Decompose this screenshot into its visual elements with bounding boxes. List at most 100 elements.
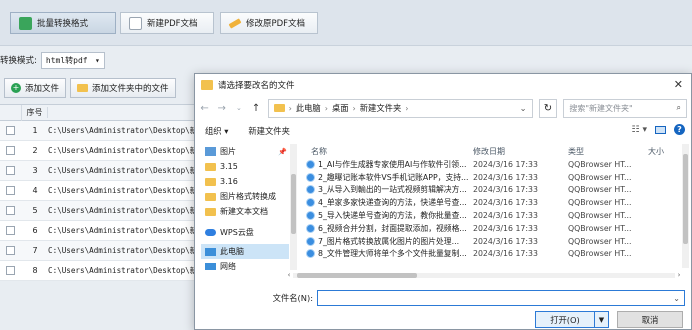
nav-item-label: 网络	[220, 262, 236, 270]
preview-pane-icon[interactable]	[655, 125, 666, 134]
up-arrow-icon[interactable]: ↑	[250, 103, 261, 114]
new-pdf-button[interactable]: 新建PDF文档	[120, 12, 214, 34]
nav-item[interactable]: 新建文本文档	[201, 204, 289, 219]
search-input[interactable]: 搜索"新建文件夹" ⌕	[563, 98, 687, 118]
nav-item[interactable]: 此电脑	[201, 244, 289, 259]
open-dropdown-icon[interactable]: ▼	[595, 311, 609, 328]
file-row[interactable]: 3_从导入到輸出的一站式视频剪辑解决方... 2024/3/16 17:33 QQB…	[303, 184, 683, 197]
nav-item[interactable]: 3.15	[201, 159, 289, 174]
address-bar[interactable]: › 此电脑 › 桌面 › 新建文件夹 › ⌄	[267, 98, 533, 118]
horizontal-scrollbar[interactable]: ‹ ›	[285, 271, 683, 279]
row-checkbox[interactable]	[6, 186, 15, 195]
dialog-titlebar: 请选择要改名的文件	[195, 74, 691, 96]
refresh-button[interactable]: ↻	[538, 98, 558, 118]
file-row[interactable]: 6_视频合并分割，封面提取添加，视频格... 2024/3/16 17:33 QQB…	[303, 222, 683, 235]
file-date: 2024/3/16 17:33	[473, 172, 538, 182]
chevron-down-icon: ▾	[95, 55, 100, 65]
help-icon[interactable]: ?	[674, 124, 685, 135]
file-type: QQBrowser HT...	[568, 236, 632, 246]
batch-convert-button[interactable]: 批量转换格式	[10, 12, 116, 34]
row-path: C:\Users\Administrator\Desktop\新	[48, 206, 198, 215]
search-icon: ⌕	[676, 103, 681, 112]
file-type: QQBrowser HT...	[568, 185, 632, 195]
address-folder-icon	[273, 104, 285, 112]
table-row[interactable]: 1 C:\Users\Administrator\Desktop\新	[0, 121, 200, 141]
file-row[interactable]: 4_单家多家快递查询的方法，快递单号查... 2024/3/16 17:33 QQB…	[303, 196, 683, 209]
filename-input[interactable]: ⌄	[317, 290, 685, 306]
file-row[interactable]: 1_AI与作生成器专家使用AI与作软件引领... 2024/3/16 17:33 Q…	[303, 158, 683, 171]
column-type[interactable]: 类型	[568, 146, 648, 157]
search-placeholder: 搜索"新建文件夹"	[569, 103, 633, 113]
scroll-left-icon[interactable]: ‹	[285, 271, 293, 279]
row-checkbox[interactable]	[6, 206, 15, 215]
table-row[interactable]: 2 C:\Users\Administrator\Desktop\新	[0, 141, 200, 161]
file-row[interactable]: 8_文件管理大师将单个多个文件批量复制... 2024/3/16 17:33 QQB…	[303, 248, 683, 261]
nav-item-label: 3.15	[220, 162, 238, 171]
table-row[interactable]: 8 C:\Users\Administrator\Desktop\新	[0, 261, 200, 281]
pin-icon[interactable]: 📌	[278, 148, 287, 156]
nav-item[interactable]: WPS云盘	[201, 225, 289, 240]
file-row[interactable]: 5_导入快递单号查询的方法，教你批量查... 2024/3/16 17:33 QQB…	[303, 209, 683, 222]
close-icon[interactable]: ✕	[674, 78, 683, 91]
add-buttons-row: + 添加文件 添加文件夹中的文件	[4, 78, 176, 98]
nav-item[interactable]: 图片 📌	[201, 144, 289, 159]
column-name[interactable]: 名称	[303, 146, 473, 157]
table-row[interactable]: 4 C:\Users\Administrator\Desktop\新	[0, 181, 200, 201]
organize-menu[interactable]: 组织 ▾	[205, 125, 228, 137]
table-row[interactable]: 7 C:\Users\Administrator\Desktop\新	[0, 241, 200, 261]
row-checkbox[interactable]	[6, 166, 15, 175]
cancel-button[interactable]: 取消	[617, 311, 683, 328]
conversion-mode-row: 转换模式: html转pdf ▾	[0, 50, 105, 70]
row-number: 8	[32, 266, 38, 275]
column-size[interactable]: 大小	[648, 146, 678, 157]
column-date[interactable]: 修改日期	[473, 146, 568, 157]
row-checkbox[interactable]	[6, 226, 15, 235]
new-folder-button[interactable]: 新建文件夹	[248, 125, 290, 137]
conversion-mode-select[interactable]: html转pdf ▾	[40, 51, 105, 69]
file-name: 5_导入快递单号查询的方法，教你批量查...	[318, 211, 467, 221]
add-folder-files-button[interactable]: 添加文件夹中的文件	[70, 78, 176, 98]
row-checkbox[interactable]	[6, 266, 15, 275]
file-row[interactable]: 7_图片格式转换放属化图片的图片处理... 2024/3/16 17:33 QQBr…	[303, 235, 683, 248]
table-row[interactable]: 3 C:\Users\Administrator\Desktop\新	[0, 161, 200, 181]
table-row[interactable]: 5 C:\Users\Administrator\Desktop\新	[0, 201, 200, 221]
breadcrumb-folder[interactable]: 新建文件夹	[360, 102, 402, 114]
table-row[interactable]: 6 C:\Users\Administrator\Desktop\新	[0, 221, 200, 241]
file-date: 2024/3/16 17:33	[473, 236, 538, 246]
file-name: 7_图片格式转换放属化图片的图片处理...	[318, 236, 460, 246]
pencil-icon	[228, 17, 242, 29]
address-dropdown-icon[interactable]: ⌄	[520, 103, 527, 113]
filename-dropdown-icon[interactable]: ⌄	[673, 294, 680, 303]
qqbrowser-file-icon	[306, 236, 315, 246]
history-chevron-icon[interactable]: ⌄	[233, 104, 244, 112]
nav-item[interactable]: 3.16	[201, 174, 289, 189]
back-arrow-icon[interactable]: ←	[199, 103, 210, 114]
file-name: 8_文件管理大师将单个多个文件批量复制...	[318, 249, 467, 259]
forward-arrow-icon[interactable]: →	[216, 103, 227, 114]
add-files-button[interactable]: + 添加文件	[4, 78, 67, 98]
scroll-right-icon[interactable]: ›	[675, 271, 683, 279]
row-checkbox[interactable]	[6, 246, 15, 255]
qqbrowser-file-icon	[306, 159, 315, 169]
open-file-dialog: 请选择要改名的文件 ✕ ← → ⌄ ↑ › 此电脑 › 桌面 › 新建文件夹 ›…	[194, 73, 692, 330]
file-list-scrollbar[interactable]	[682, 144, 689, 268]
row-checkbox[interactable]	[6, 126, 15, 135]
breadcrumb-pc[interactable]: 此电脑	[296, 102, 321, 114]
qqbrowser-file-icon	[306, 249, 315, 259]
qqbrowser-file-icon	[306, 223, 315, 233]
nav-pane-scrollbar[interactable]	[290, 144, 297, 270]
row-number: 5	[32, 206, 38, 215]
breadcrumb-desktop[interactable]: 桌面	[332, 102, 349, 114]
open-button[interactable]: 打开(O)	[535, 311, 595, 328]
file-row[interactable]: 2_趣曝记账本软件VS手机记账APP，支持... 2024/3/16 17:33 Q…	[303, 171, 683, 184]
view-options-icon[interactable]: ☷ ▾	[632, 125, 647, 135]
header-checkbox-cell	[0, 104, 22, 121]
filename-row: 文件名(N): ⌄	[195, 289, 692, 307]
edit-pdf-button[interactable]: 修改原PDF文档	[220, 12, 318, 34]
nav-item[interactable]: 网络	[201, 259, 289, 270]
file-type: QQBrowser HT...	[568, 172, 632, 182]
edit-pdf-label: 修改原PDF文档	[246, 19, 306, 29]
row-checkbox[interactable]	[6, 146, 15, 155]
nav-item-label: 新建文本文档	[220, 207, 268, 216]
nav-item[interactable]: 图片格式转换成	[201, 189, 289, 204]
